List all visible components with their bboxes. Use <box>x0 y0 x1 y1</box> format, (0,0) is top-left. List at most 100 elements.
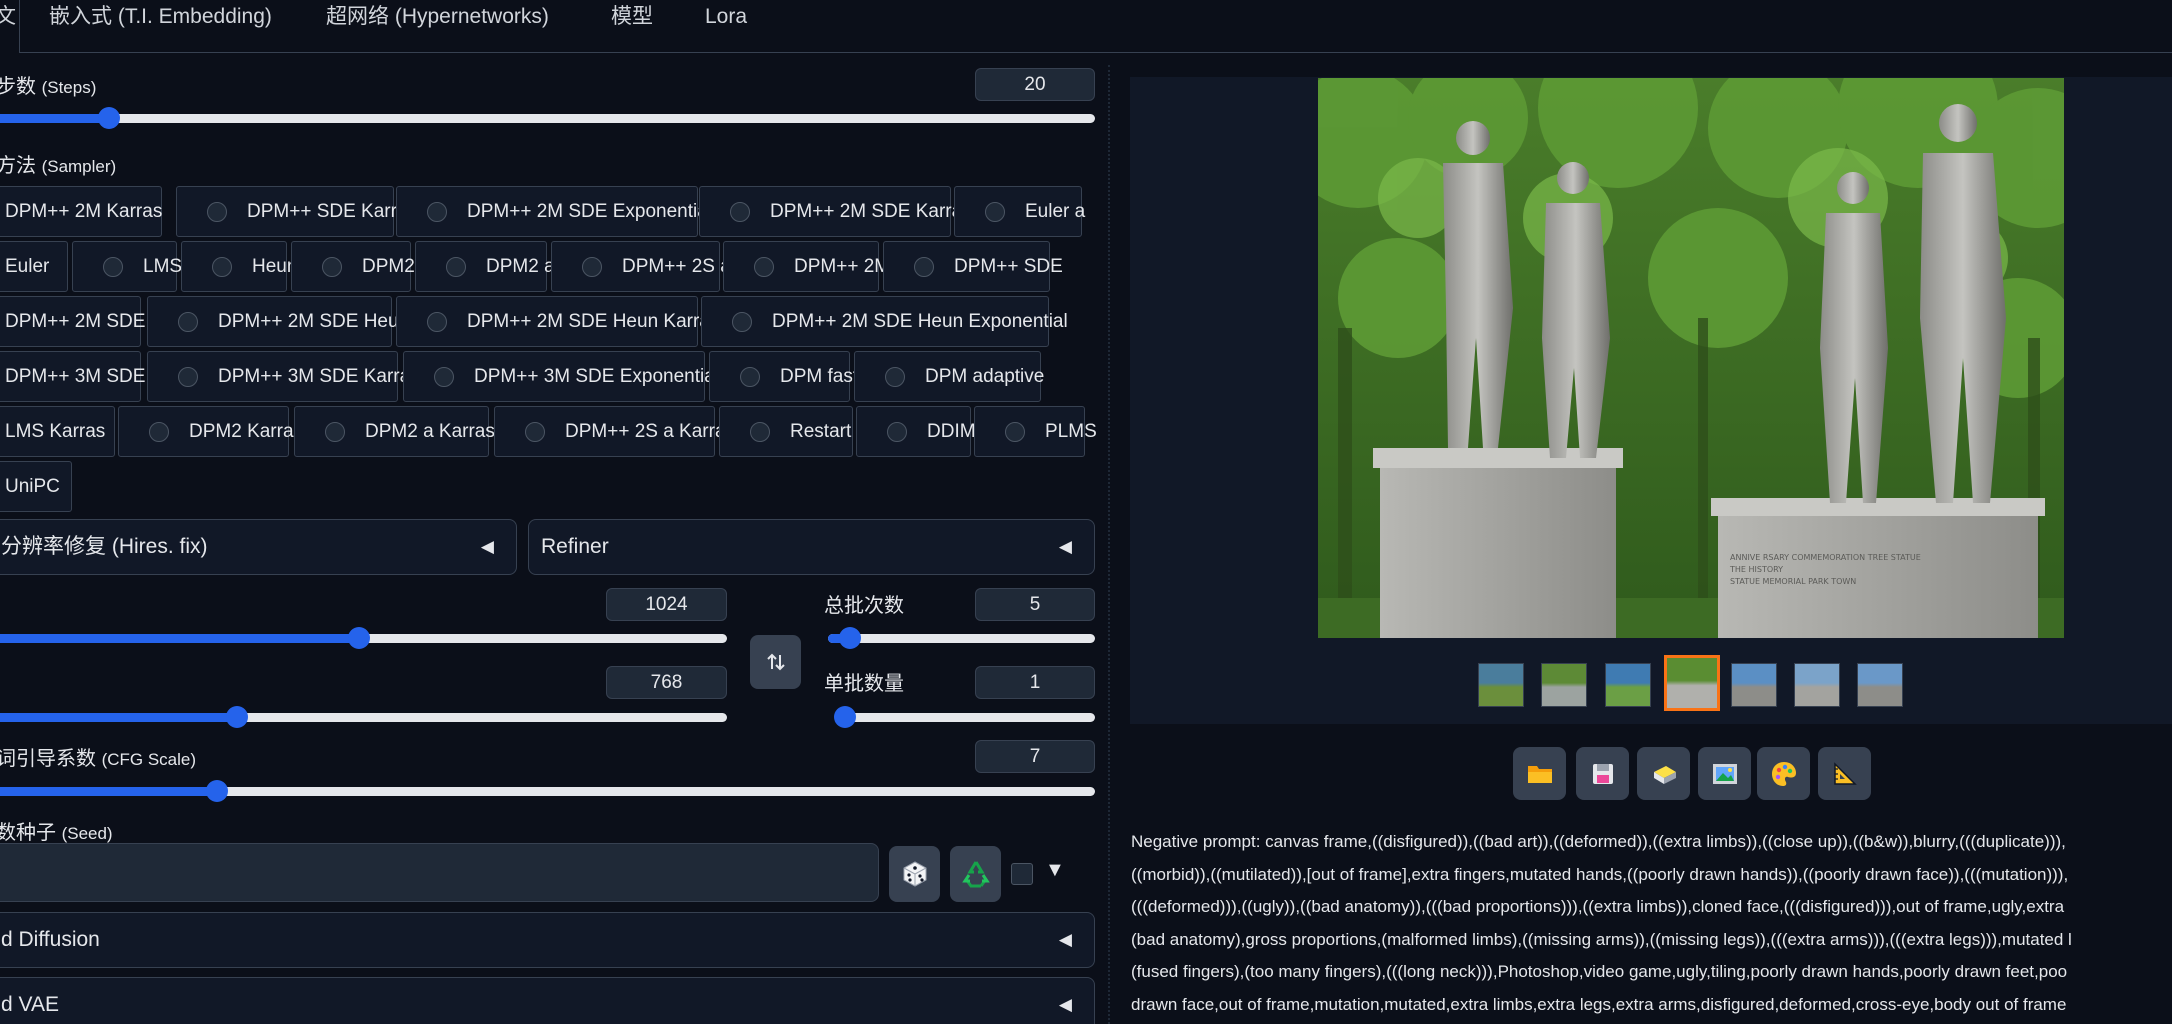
sampler-option[interactable]: DPM++ 3M SDE Karras <box>147 351 420 402</box>
sampler-option[interactable]: Euler a <box>954 186 1085 237</box>
reuse-seed-button[interactable] <box>950 846 1001 902</box>
send-to-img2img-button[interactable] <box>1698 747 1751 800</box>
sampler-option[interactable]: DPM2 a Karras <box>294 406 495 457</box>
tab-hypernetworks[interactable]: 超网络 (Hypernetworks) <box>326 0 549 33</box>
send-to-inpaint-button[interactable] <box>1757 747 1810 800</box>
gallery-thumbnail[interactable] <box>1541 663 1587 707</box>
radio-circle-icon[interactable] <box>985 201 1005 222</box>
radio-circle-icon[interactable] <box>434 366 454 387</box>
height-slider-thumb[interactable] <box>225 706 248 728</box>
sampler-option[interactable]: DPM2 a <box>415 241 555 292</box>
height-input[interactable]: 768 <box>606 666 727 699</box>
swap-dimensions-button[interactable] <box>750 635 801 689</box>
sampler-option[interactable]: LMS Karras <box>0 406 115 457</box>
generated-image[interactable]: ANNIVE RSARY COMMEMORATION TREE STATUE T… <box>1318 78 2064 638</box>
radio-circle-icon[interactable] <box>754 256 774 277</box>
gallery-thumbnail[interactable] <box>1664 655 1720 711</box>
vae-accordion[interactable]: d VAE ◀ <box>0 977 1095 1024</box>
radio-circle-icon[interactable] <box>325 421 345 442</box>
batch-size-slider-thumb[interactable] <box>834 706 856 728</box>
sampler-option[interactable]: DPM++ 2M SDE <box>0 296 145 347</box>
sampler-option[interactable]: UniPC <box>0 461 72 512</box>
radio-circle-icon[interactable] <box>885 366 905 387</box>
radio-circle-icon[interactable] <box>887 421 907 442</box>
sampler-option[interactable]: DPM++ 2S a Karras <box>494 406 735 457</box>
sampler-option[interactable]: DPM++ 3M SDE <box>0 351 145 402</box>
gallery-thumbnail[interactable] <box>1478 663 1524 707</box>
cfg-slider-thumb[interactable] <box>206 780 228 802</box>
tab-txt2img[interactable]: 文 <box>0 0 20 53</box>
radio-circle-icon[interactable] <box>103 256 123 277</box>
sampler-option[interactable]: DPM2 Karras <box>118 406 303 457</box>
batch-size-slider[interactable] <box>834 702 1095 732</box>
radio-circle-icon[interactable] <box>212 256 232 277</box>
sampler-option[interactable]: DPM++ 3M SDE Exponential <box>403 351 719 402</box>
extra-seed-checkbox[interactable] <box>1011 863 1033 885</box>
batch-count-input[interactable]: 5 <box>975 588 1095 621</box>
sampler-option[interactable]: PLMS <box>974 406 1097 457</box>
sampler-option[interactable]: DPM++ 2M SDE Karras <box>699 186 972 237</box>
gallery-thumbnail[interactable] <box>1605 663 1651 707</box>
random-seed-button[interactable] <box>889 846 940 902</box>
radio-circle-icon[interactable] <box>525 421 545 442</box>
gallery-thumbnail[interactable] <box>1794 663 1840 707</box>
sampler-option[interactable]: Heun <box>181 241 297 292</box>
seed-input[interactable] <box>0 843 879 902</box>
diffusion-accordion[interactable]: d Diffusion ◀ <box>0 912 1095 968</box>
radio-circle-icon[interactable] <box>446 256 466 277</box>
radio-circle-icon[interactable] <box>740 366 760 387</box>
sampler-option[interactable]: DPM++ 2M SDE Heun Exponential <box>701 296 1068 347</box>
radio-circle-icon[interactable] <box>914 256 934 277</box>
radio-circle-icon[interactable] <box>149 421 169 442</box>
sampler-option[interactable]: DPM++ 2S a <box>551 241 731 292</box>
sampler-option[interactable]: DPM++ 2M SDE Heun Karras <box>396 296 719 347</box>
radio-circle-icon[interactable] <box>732 311 752 332</box>
radio-circle-icon[interactable] <box>207 201 227 222</box>
gallery-thumbnail[interactable] <box>1731 663 1777 707</box>
sampler-option[interactable]: DPM++ 2M <box>723 241 890 292</box>
extra-seed-dropdown-icon[interactable]: ▼ <box>1045 859 1065 882</box>
batch-count-slider-thumb[interactable] <box>839 627 862 649</box>
sampler-option[interactable]: Euler <box>0 241 68 292</box>
sampler-option[interactable]: DPM++ SDE Karras <box>176 186 417 237</box>
sampler-option[interactable]: DPM++ SDE <box>883 241 1063 292</box>
steps-slider[interactable] <box>0 103 1095 133</box>
width-input[interactable]: 1024 <box>606 588 727 621</box>
radio-circle-icon[interactable] <box>730 201 750 222</box>
hires-fix-accordion[interactable]: 分辨率修复 (Hires. fix) ◀ <box>0 519 517 575</box>
batch-count-slider[interactable] <box>828 623 1095 653</box>
steps-input[interactable]: 20 <box>975 68 1095 101</box>
sampler-option[interactable]: Restart <box>719 406 853 457</box>
sampler-option[interactable]: DPM adaptive <box>854 351 1044 402</box>
sampler-option[interactable]: DPM2 <box>291 241 415 292</box>
radio-circle-icon[interactable] <box>178 366 198 387</box>
width-slider-thumb[interactable] <box>347 627 370 649</box>
radio-circle-icon[interactable] <box>582 256 602 277</box>
steps-slider-thumb[interactable] <box>97 107 120 129</box>
radio-circle-icon[interactable] <box>427 311 447 332</box>
gallery-thumbnail[interactable] <box>1857 663 1903 707</box>
radio-circle-icon[interactable] <box>750 421 770 442</box>
sampler-option[interactable]: DPM++ 2M Karras <box>0 186 162 237</box>
tab-lora[interactable]: Lora <box>705 0 747 33</box>
open-folder-button[interactable] <box>1513 747 1566 800</box>
zip-button[interactable] <box>1637 747 1690 800</box>
tab-models[interactable]: 模型 <box>611 0 653 33</box>
cfg-input[interactable]: 7 <box>975 740 1095 773</box>
tab-embedding[interactable]: 嵌入式 (T.I. Embedding) <box>49 0 272 33</box>
radio-circle-icon[interactable] <box>427 201 447 222</box>
radio-circle-icon[interactable] <box>178 311 198 332</box>
send-to-extras-button[interactable] <box>1818 747 1871 800</box>
sampler-option[interactable]: LMS <box>72 241 182 292</box>
radio-circle-icon[interactable] <box>322 256 342 277</box>
refiner-accordion[interactable]: Refiner ◀ <box>528 519 1095 575</box>
width-slider[interactable] <box>0 623 727 653</box>
sampler-option[interactable]: DDIM <box>856 406 976 457</box>
sampler-option[interactable]: DPM fast <box>709 351 858 402</box>
batch-size-input[interactable]: 1 <box>975 666 1095 699</box>
radio-circle-icon[interactable] <box>1005 421 1025 442</box>
sampler-option[interactable]: DPM++ 2M SDE Heun <box>147 296 409 347</box>
save-button[interactable] <box>1576 747 1629 800</box>
sampler-option[interactable]: DPM++ 2M SDE Exponential <box>396 186 712 237</box>
cfg-slider[interactable] <box>0 776 1095 806</box>
